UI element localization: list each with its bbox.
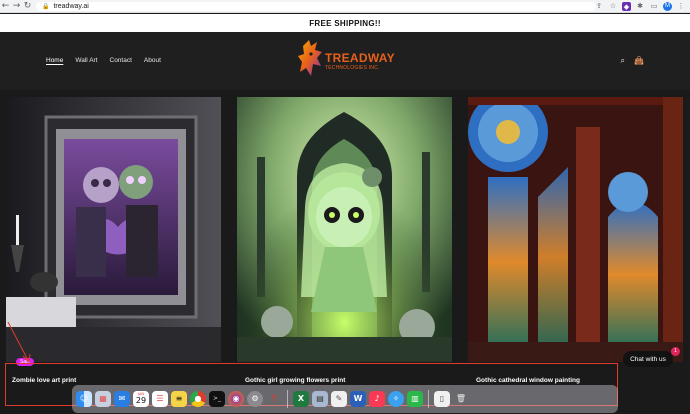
dragon-logo-icon xyxy=(298,40,322,76)
puzzle-icon[interactable]: ✱ xyxy=(635,1,645,11)
menu-home[interactable]: Home xyxy=(46,57,63,64)
product-card-gothic-cathedral[interactable]: Gothic cathedral window painting xyxy=(468,97,683,384)
preview-icon[interactable]: ▤ xyxy=(312,391,328,407)
site-logo[interactable]: TREADWAY TECHNOLOGIES INC. xyxy=(297,38,397,84)
system-preferences-icon[interactable]: ⚙ xyxy=(247,391,263,407)
macos-dock: ☺ ▦ ✉ JAN 29 ☰ ≡ ● >_ ◉ ⚙ ? X ▤ ✎ W ♪ ✧ … xyxy=(72,385,618,413)
announcement-text: FREE SHIPPING!! xyxy=(309,18,381,28)
chat-button[interactable]: Chat with us xyxy=(623,351,673,367)
finder-icon[interactable]: ☺ xyxy=(76,391,92,407)
dock-separator xyxy=(287,390,288,408)
chat-notification-badge: 1 xyxy=(671,347,680,356)
sidebar-icon[interactable]: ▭ xyxy=(649,1,659,11)
chrome-icon[interactable]: ● xyxy=(190,391,206,407)
extension-icon[interactable]: ◆ xyxy=(622,1,631,11)
pages-icon[interactable]: ✎ xyxy=(331,391,347,407)
announcement-bar: FREE SHIPPING!! xyxy=(0,14,690,32)
music-icon[interactable]: ♪ xyxy=(369,391,385,407)
profile-avatar[interactable]: M xyxy=(663,1,672,11)
share-icon[interactable]: ⇪ xyxy=(594,1,604,11)
launchpad-icon[interactable]: ▦ xyxy=(95,391,111,407)
terminal-icon[interactable]: >_ xyxy=(209,391,225,407)
dock-separator xyxy=(428,390,429,408)
document-icon[interactable]: ▯ xyxy=(434,391,450,407)
mail-icon[interactable]: ✉ xyxy=(114,391,130,407)
site-header: Home Wall Art Contact About TREADWAY TEC… xyxy=(0,32,690,90)
chat-label: Chat with us xyxy=(630,355,666,363)
help-icon[interactable]: ? xyxy=(266,391,282,407)
main-menu: Home Wall Art Contact About xyxy=(46,57,161,64)
menu-about[interactable]: About xyxy=(144,57,161,64)
numbers-icon[interactable]: ▥ xyxy=(407,391,423,407)
bookmark-star-icon[interactable]: ☆ xyxy=(608,1,618,11)
firefox-icon[interactable]: ◉ xyxy=(228,391,244,407)
product-image-gothic-girl[interactable] xyxy=(237,97,452,362)
logo-main-text: TREADWAY xyxy=(325,51,395,65)
address-bar[interactable]: 🔒 treadway.ai xyxy=(36,2,596,11)
word-icon[interactable]: W xyxy=(350,391,366,407)
menu-dots-icon[interactable]: ⋮ xyxy=(676,1,686,11)
calendar-day: 29 xyxy=(135,396,147,405)
reminders-icon[interactable]: ☰ xyxy=(152,391,168,407)
search-icon[interactable]: ⌕ xyxy=(621,56,625,66)
calendar-icon[interactable]: JAN 29 xyxy=(133,391,149,407)
forward-icon[interactable]: → xyxy=(11,1,22,12)
safari-icon[interactable]: ✧ xyxy=(388,391,404,407)
product-card-gothic-girl[interactable]: Gothic girl growing flowers print xyxy=(237,97,452,384)
url-text: treadway.ai xyxy=(53,3,89,10)
trash-icon[interactable]: 🗑 xyxy=(453,391,469,407)
browser-toolbar: ← → ↻ 🔒 treadway.ai ⇪ ☆ ◆ ✱ ▭ M ⋮ xyxy=(0,0,690,13)
menu-wall-art[interactable]: Wall Art xyxy=(75,57,97,64)
product-image-gothic-cathedral[interactable] xyxy=(468,97,683,362)
cart-icon[interactable]: 👜 xyxy=(634,56,644,66)
notes-icon[interactable]: ≡ xyxy=(171,391,187,407)
reload-icon[interactable]: ↻ xyxy=(22,1,33,12)
logo-sub-text: TECHNOLOGIES INC. xyxy=(325,65,380,71)
back-icon[interactable]: ← xyxy=(0,1,11,12)
lock-icon: 🔒 xyxy=(42,3,50,10)
menu-contact[interactable]: Contact xyxy=(110,57,132,64)
excel-icon[interactable]: X xyxy=(293,391,309,407)
